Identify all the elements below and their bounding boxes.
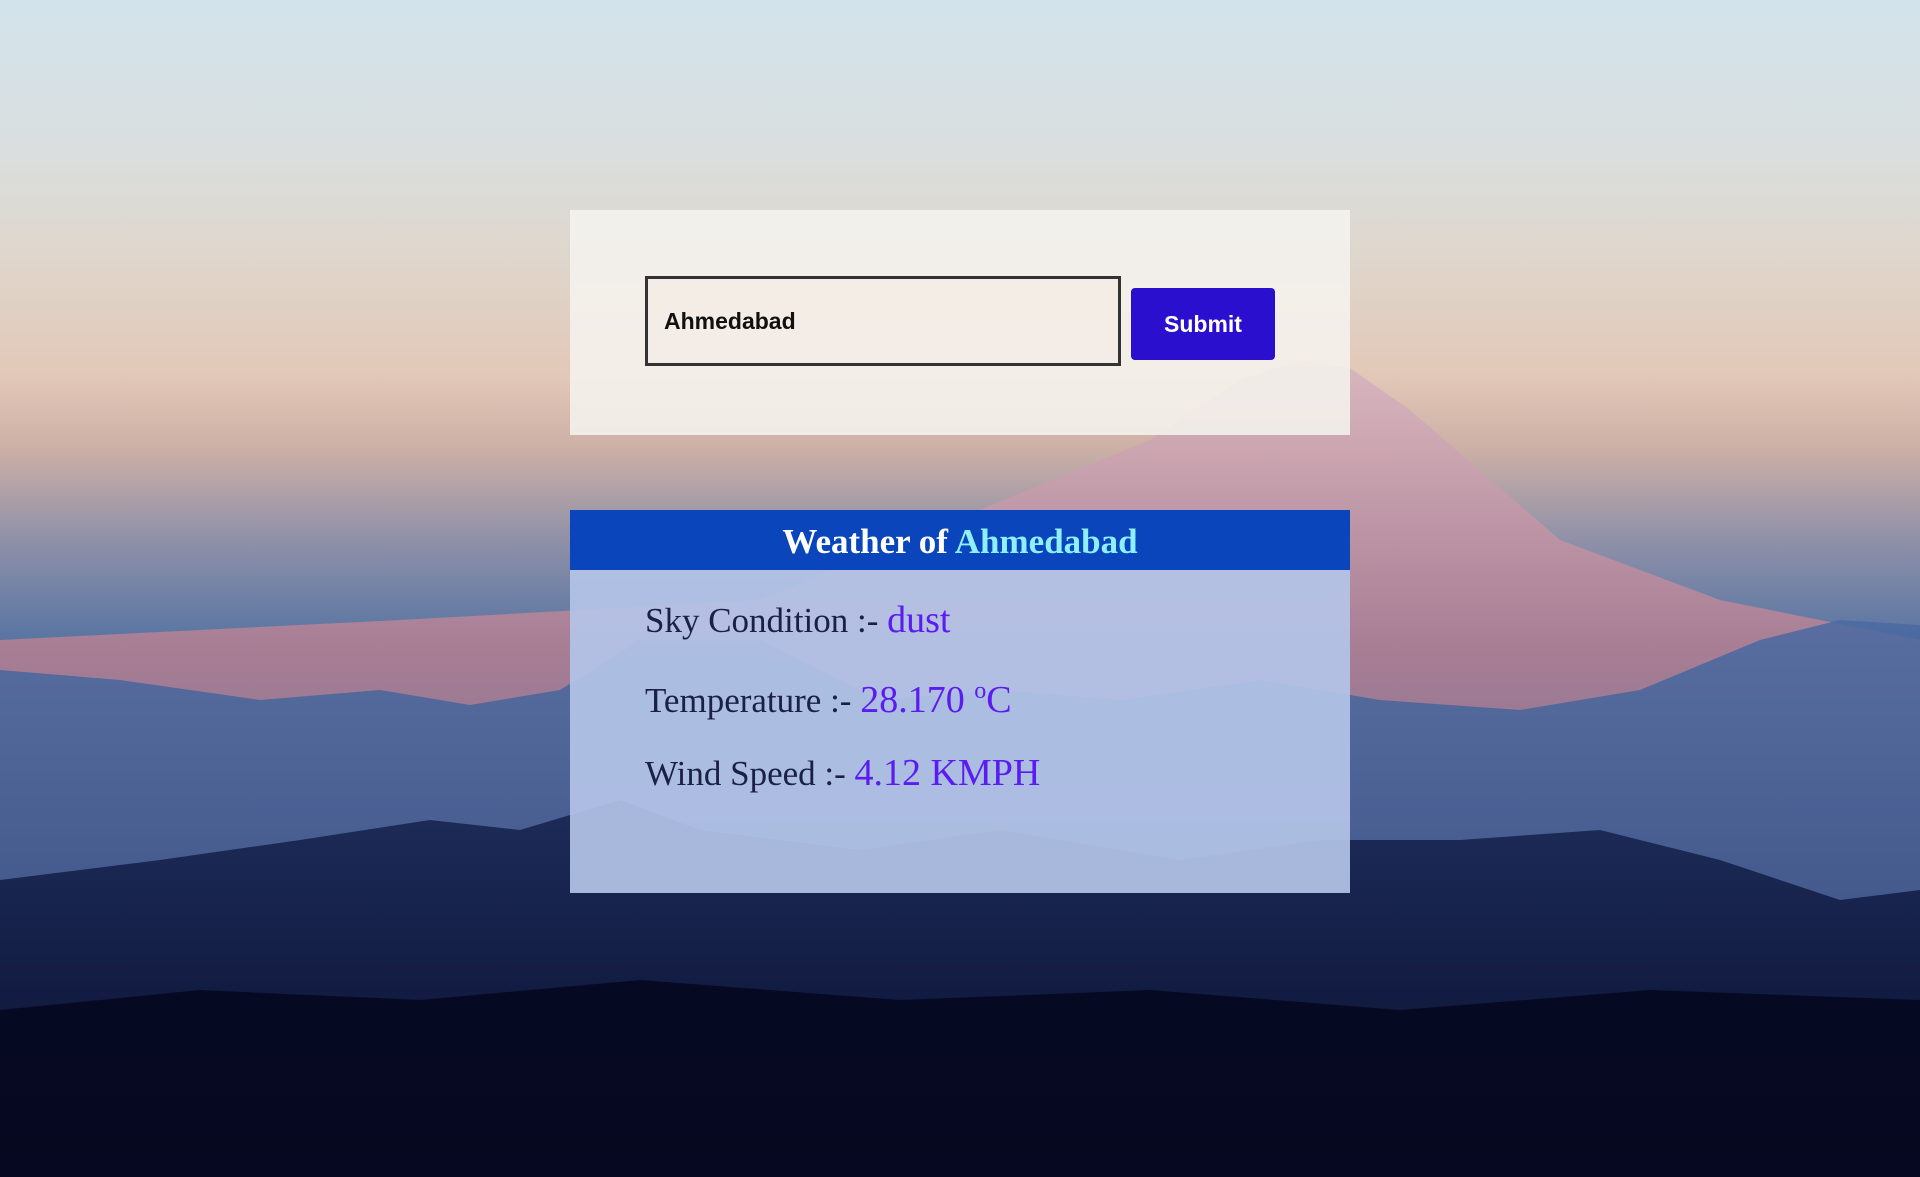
weather-header-city: Ahmedabad (954, 522, 1138, 561)
wind-speed-label: Wind Speed :- (645, 754, 846, 793)
weather-header: Weather of Ahmedabad (570, 510, 1350, 570)
city-input[interactable] (645, 276, 1121, 366)
sky-condition-value: dust (887, 599, 951, 641)
temperature-number: 28.170 (860, 679, 965, 721)
weather-header-prefix: Weather of (782, 522, 948, 561)
sky-condition-label: Sky Condition :- (645, 601, 879, 640)
temperature-row: Temperature :- 28.170 oC (645, 678, 1012, 722)
weather-card: Weather of Ahmedabad Sky Condition :- du… (570, 510, 1350, 893)
temperature-unit: C (986, 679, 1012, 721)
temperature-degree-symbol: o (974, 678, 987, 704)
sky-condition-row: Sky Condition :- dust (645, 598, 950, 642)
submit-button[interactable]: Submit (1131, 288, 1275, 360)
temperature-label: Temperature :- (645, 681, 852, 720)
temperature-value: 28.170 oC (860, 678, 1012, 721)
wind-speed-row: Wind Speed :- 4.12 KMPH (645, 751, 1040, 795)
search-panel: Submit (570, 210, 1350, 435)
wind-speed-value: 4.12 KMPH (854, 752, 1041, 794)
